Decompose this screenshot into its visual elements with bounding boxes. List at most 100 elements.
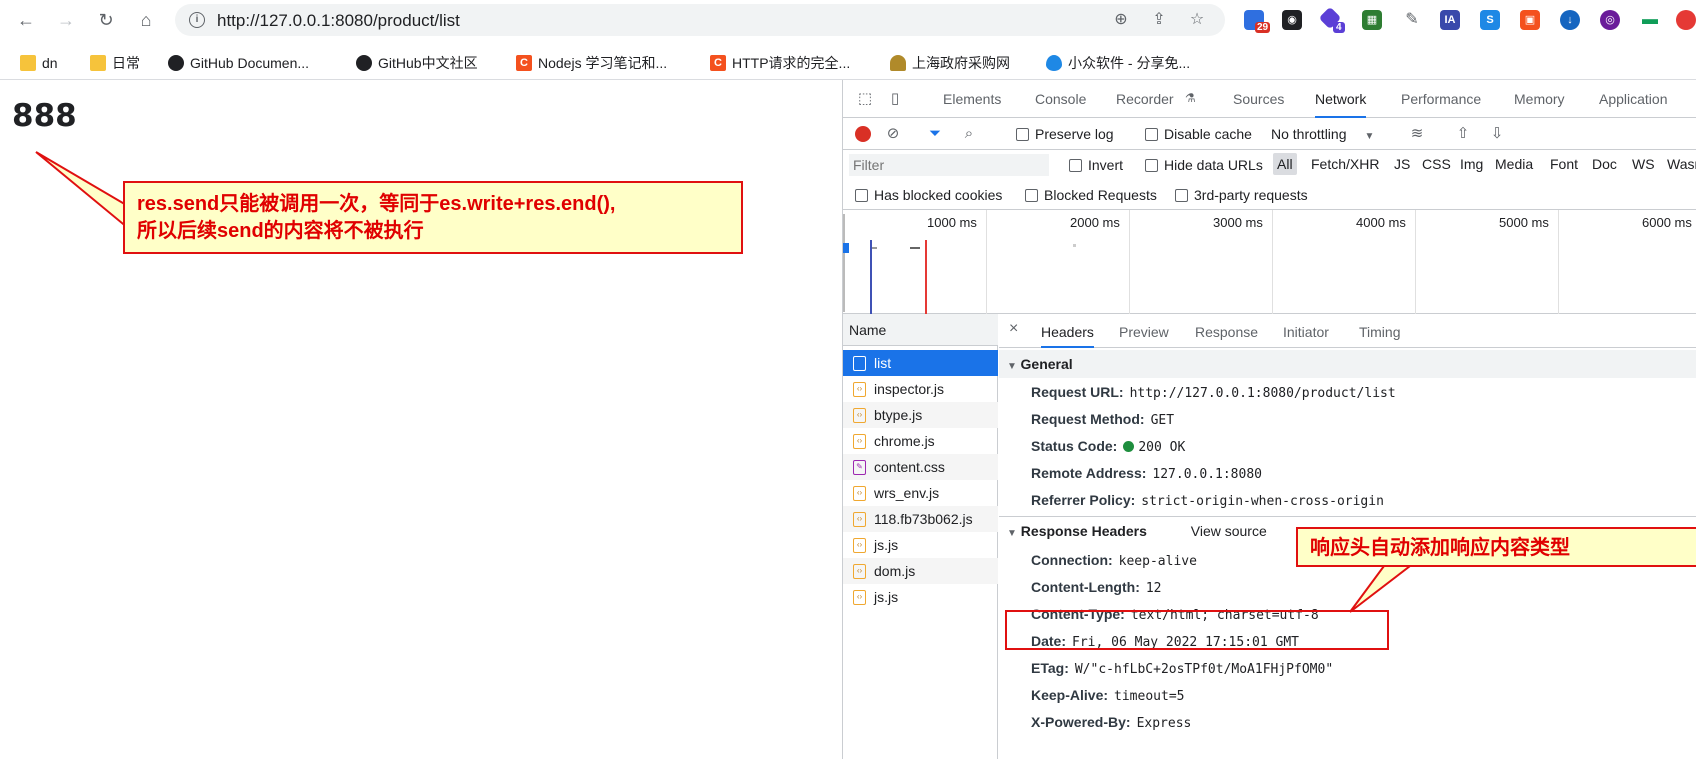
- header-value: strict-origin-when-cross-origin: [1141, 494, 1384, 509]
- clear-icon[interactable]: ⊘: [883, 124, 903, 144]
- view-source-link[interactable]: View source: [1191, 523, 1267, 539]
- extension-icon[interactable]: ▬: [1640, 10, 1660, 30]
- tab-timing[interactable]: Timing: [1359, 316, 1401, 348]
- bookmark-item[interactable]: 日常: [90, 52, 140, 74]
- tab-recorder[interactable]: Recorder: [1116, 83, 1174, 115]
- third-party-checkbox[interactable]: 3rd-party requests: [1175, 187, 1308, 203]
- hide-data-urls-checkbox[interactable]: Hide data URLs: [1145, 157, 1263, 173]
- filter-type-wasm[interactable]: Wasm: [1667, 156, 1696, 172]
- request-row[interactable]: ‹› dom.js: [843, 558, 998, 584]
- bookmark-item[interactable]: C HTTP请求的完全...: [710, 52, 850, 74]
- filter-type-ws[interactable]: WS: [1632, 156, 1655, 172]
- export-har-icon[interactable]: ⇩: [1487, 124, 1507, 144]
- filter-type-img[interactable]: Img: [1460, 156, 1483, 172]
- tab-elements[interactable]: Elements: [943, 83, 1001, 115]
- grid-line: [1415, 210, 1416, 314]
- tab-performance[interactable]: Performance: [1401, 83, 1481, 115]
- device-toggle-icon[interactable]: ▯: [885, 89, 905, 109]
- blocked-cookies-checkbox[interactable]: Has blocked cookies: [855, 187, 1002, 203]
- filter-input[interactable]: [849, 154, 1049, 176]
- home-icon[interactable]: ⌂: [134, 8, 158, 32]
- record-icon[interactable]: [855, 126, 871, 142]
- extension-icon[interactable]: ▦: [1362, 10, 1382, 30]
- bookmarks-bar: dn 日常 GitHub Documen... GitHub中文社区 C Node…: [0, 44, 1696, 80]
- tab-headers[interactable]: Headers: [1041, 316, 1094, 348]
- checkbox[interactable]: [1145, 128, 1158, 141]
- content-type-highlight: [1005, 610, 1389, 650]
- extension-icon[interactable]: IA: [1440, 10, 1460, 30]
- request-row[interactable]: ‹› inspector.js: [843, 376, 998, 402]
- timeline-tick: 3000 ms: [1213, 215, 1263, 230]
- tab-console[interactable]: Console: [1035, 83, 1086, 115]
- tab-preview[interactable]: Preview: [1119, 316, 1169, 348]
- zoom-icon[interactable]: ⊕: [1111, 10, 1131, 30]
- eyedropper-icon[interactable]: ✎: [1402, 10, 1422, 30]
- preserve-log-checkbox[interactable]: Preserve log: [1016, 126, 1114, 142]
- request-row[interactable]: list: [843, 350, 998, 376]
- network-conditions-icon[interactable]: ≋: [1407, 124, 1427, 144]
- filter-type-css[interactable]: CSS: [1422, 156, 1451, 172]
- request-row[interactable]: ✎ content.css: [843, 454, 998, 480]
- tab-initiator[interactable]: Initiator: [1283, 316, 1329, 348]
- extension-icon[interactable]: [1676, 10, 1696, 30]
- name-column-header[interactable]: Name: [843, 314, 998, 346]
- url-text[interactable]: http://127.0.0.1:8080/product/list: [217, 11, 460, 31]
- inspect-icon[interactable]: ⬚: [855, 89, 875, 109]
- filter-type-media[interactable]: Media: [1495, 156, 1533, 172]
- import-har-icon[interactable]: ⇧: [1453, 124, 1473, 144]
- triangle-down-icon: ▼: [1007, 361, 1017, 372]
- request-row[interactable]: ‹› wrs_env.js: [843, 480, 998, 506]
- checkbox[interactable]: [1025, 189, 1038, 202]
- extension-icon[interactable]: S: [1480, 10, 1500, 30]
- filter-type-fetch[interactable]: Fetch/XHR: [1311, 156, 1379, 172]
- bookmark-item[interactable]: GitHub中文社区: [356, 52, 478, 74]
- tab-response[interactable]: Response: [1195, 316, 1258, 348]
- bookmark-item[interactable]: 小众软件 - 分享免...: [1046, 52, 1190, 74]
- bookmark-item[interactable]: 上海政府采购网: [890, 52, 1010, 74]
- address-bar[interactable]: i http://127.0.0.1:8080/product/list ⊕ ⇪…: [175, 4, 1225, 36]
- extension-icon[interactable]: ▣: [1520, 10, 1540, 30]
- filter-type-js[interactable]: JS: [1394, 156, 1410, 172]
- tab-memory[interactable]: Memory: [1514, 83, 1565, 115]
- timeline-overview[interactable]: 1000 ms 2000 ms 3000 ms 4000 ms 5000 ms …: [843, 210, 1696, 314]
- request-row[interactable]: ‹› 118.fb73b062.js: [843, 506, 998, 532]
- forward-icon[interactable]: →: [54, 8, 78, 32]
- filter-type-all[interactable]: All: [1273, 153, 1297, 175]
- tab-application[interactable]: Application: [1599, 83, 1668, 115]
- checkbox[interactable]: [855, 189, 868, 202]
- share-icon[interactable]: ⇪: [1149, 10, 1169, 30]
- filter-type-font[interactable]: Font: [1550, 156, 1578, 172]
- back-icon[interactable]: ←: [14, 8, 38, 32]
- search-icon[interactable]: ⌕: [959, 124, 979, 144]
- close-icon[interactable]: ×: [1009, 320, 1018, 338]
- request-row[interactable]: ‹› js.js: [843, 584, 998, 610]
- bookmark-item[interactable]: dn: [20, 52, 58, 74]
- bookmark-star-icon[interactable]: ☆: [1187, 10, 1207, 30]
- filter-type-doc[interactable]: Doc: [1592, 156, 1617, 172]
- request-row[interactable]: ‹› btype.js: [843, 402, 998, 428]
- filter-icon[interactable]: ⏷: [925, 124, 945, 144]
- tab-network[interactable]: Network: [1315, 83, 1367, 118]
- response-headers-section-header[interactable]: ▼ Response Headers View source: [1007, 523, 1267, 539]
- bookmark-label: GitHub Documen...: [190, 55, 310, 71]
- general-section-header[interactable]: ▼ General: [999, 350, 1696, 378]
- bookmark-item[interactable]: C Nodejs 学习笔记和...: [516, 52, 667, 74]
- throttling-select[interactable]: No throttling ▼: [1271, 126, 1374, 142]
- extension-icon[interactable]: ◎: [1600, 10, 1620, 30]
- download-icon[interactable]: ↓: [1560, 10, 1580, 30]
- checkbox[interactable]: [1016, 128, 1029, 141]
- invert-checkbox[interactable]: Invert: [1069, 157, 1123, 173]
- extension-icon[interactable]: ◉: [1282, 10, 1302, 30]
- request-row[interactable]: ‹› chrome.js: [843, 428, 998, 454]
- request-row[interactable]: ‹› js.js: [843, 532, 998, 558]
- bookmark-label: 上海政府采购网: [912, 55, 1010, 71]
- reload-icon[interactable]: ↻: [94, 8, 118, 32]
- disable-cache-checkbox[interactable]: Disable cache: [1145, 126, 1252, 142]
- tab-sources[interactable]: Sources: [1233, 83, 1284, 115]
- checkbox[interactable]: [1175, 189, 1188, 202]
- checkbox[interactable]: [1069, 159, 1082, 172]
- bookmark-item[interactable]: GitHub Documen...: [168, 52, 309, 74]
- checkbox[interactable]: [1145, 159, 1158, 172]
- blocked-requests-checkbox[interactable]: Blocked Requests: [1025, 187, 1157, 203]
- info-icon[interactable]: i: [189, 12, 205, 28]
